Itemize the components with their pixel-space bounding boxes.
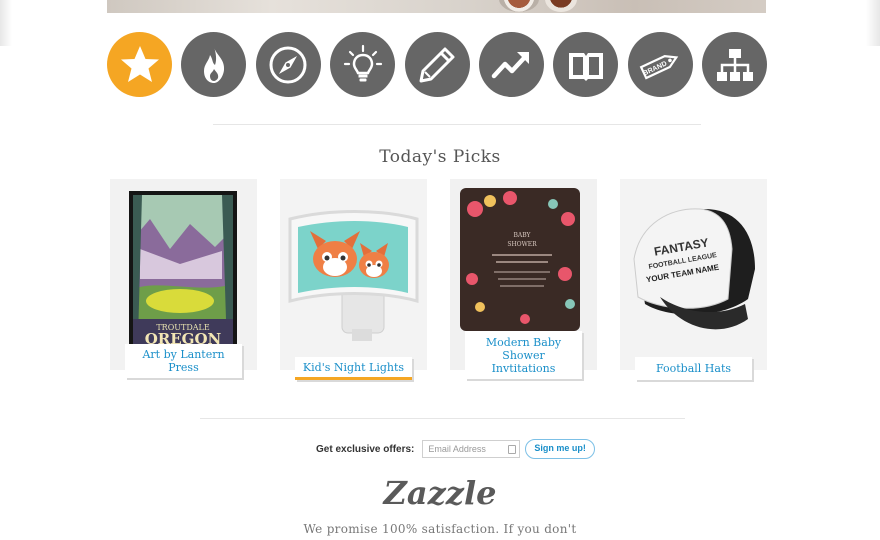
- category-popular-button[interactable]: [181, 32, 247, 97]
- category-trending-button[interactable]: [478, 32, 544, 97]
- pencil-icon: [419, 47, 455, 82]
- email-address-input[interactable]: Email Address: [422, 440, 521, 458]
- newsletter-label: Get exclusive offers:: [316, 443, 415, 455]
- trending-up-icon: [492, 51, 530, 78]
- edge-shadow-left: [0, 0, 12, 46]
- satisfaction-promise-text: We promise 100% satisfaction. If you don…: [303, 522, 577, 536]
- pick-card-label[interactable]: Football Hats: [635, 357, 752, 380]
- oregon-poster-image: TROUTDALE OREGON: [110, 179, 257, 370]
- flame-icon: [203, 46, 224, 83]
- section-divider: [213, 124, 701, 125]
- pick-card-modern-baby-shower-invitations[interactable]: BABY SHOWER Modern Baby Shower Invtitati…: [450, 179, 597, 379]
- hero-banner[interactable]: [107, 0, 766, 13]
- category-featured-button[interactable]: [107, 32, 172, 97]
- coffee-cup-image: [545, 0, 577, 12]
- sign-up-button[interactable]: Sign me up!: [525, 439, 595, 459]
- compass-icon: [269, 46, 307, 83]
- category-brands-button[interactable]: BRAND: [627, 32, 693, 97]
- category-guides-button[interactable]: [553, 32, 619, 97]
- category-ideas-button[interactable]: [330, 32, 396, 97]
- brand-tag-icon: BRAND: [639, 54, 679, 80]
- sitemap-icon: [716, 48, 753, 81]
- edge-shadow-right: [866, 0, 880, 46]
- category-icon-row: BRAND: [107, 32, 767, 98]
- email-placeholder: Email Address: [428, 444, 486, 454]
- trucker-hat-image: FANTASY FOOTBALL LEAGUE YOUR TEAM NAME: [620, 179, 767, 370]
- zazzle-logo[interactable]: Zazzle: [0, 474, 880, 512]
- pick-card-kids-night-lights[interactable]: Kid's Night Lights: [280, 179, 427, 380]
- section-divider: [200, 418, 685, 419]
- category-create-button[interactable]: [404, 32, 470, 97]
- newsletter-signup: Get exclusive offers: Email Address Sign…: [316, 439, 595, 459]
- category-explore-button[interactable]: [255, 32, 321, 97]
- pick-card-art-by-lantern-press[interactable]: TROUTDALE OREGON Art by Lantern Press: [110, 179, 257, 378]
- pick-card-label[interactable]: Art by Lantern Press: [125, 344, 242, 378]
- todays-picks-heading: Today's Picks: [379, 147, 501, 167]
- coffee-cup-image: [499, 0, 539, 12]
- pick-card-label[interactable]: Kid's Night Lights: [295, 357, 412, 380]
- fox-night-light-image: [280, 179, 427, 370]
- svg-text:BABY: BABY: [513, 232, 531, 239]
- lightbulb-icon: [343, 44, 382, 81]
- svg-text:SHOWER: SHOWER: [507, 241, 537, 248]
- book-icon: [568, 52, 603, 81]
- category-directory-button[interactable]: [702, 32, 767, 97]
- star-icon: [120, 45, 159, 82]
- pick-card-football-hats[interactable]: FANTASY FOOTBALL LEAGUE YOUR TEAM NAME F…: [620, 179, 767, 380]
- keypad-icon: [508, 445, 517, 454]
- pick-card-label[interactable]: Modern Baby Shower Invtitations: [465, 331, 582, 379]
